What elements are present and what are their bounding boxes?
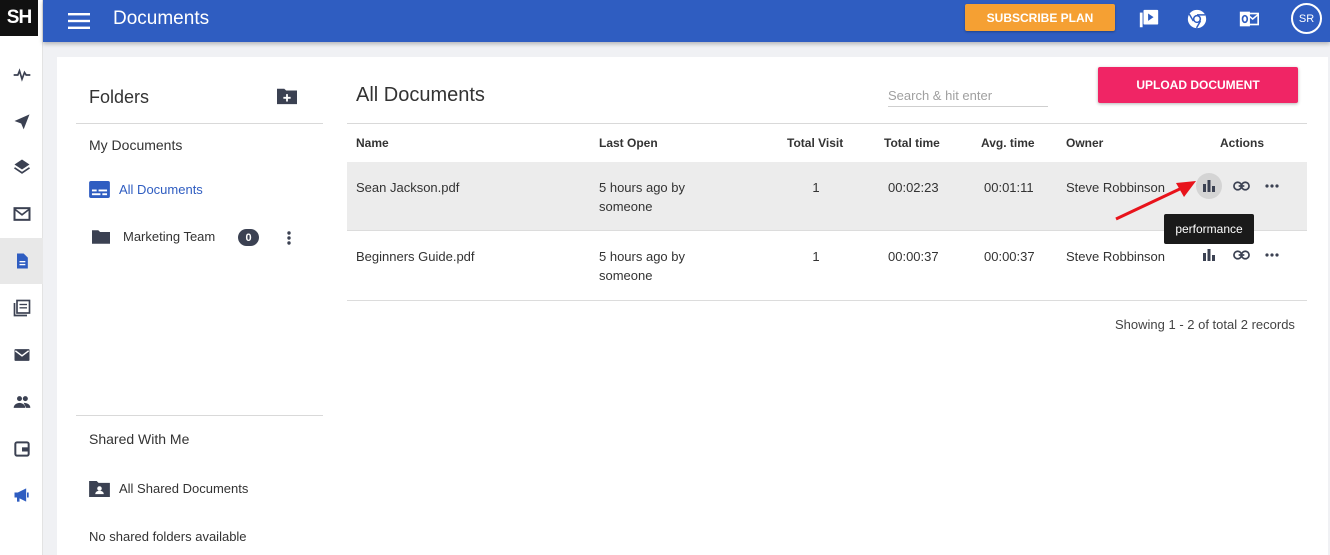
all-shared-documents-folder[interactable]: All Shared Documents	[89, 480, 248, 497]
search-input[interactable]	[888, 85, 1048, 107]
total-time: 00:02:23	[888, 180, 939, 195]
folder-icon	[92, 230, 110, 244]
records-count: Showing 1 - 2 of total 2 records	[1115, 317, 1295, 332]
documents-icon[interactable]	[0, 238, 43, 284]
layers-icon[interactable]	[0, 144, 43, 190]
last-open: 5 hours ago by someone	[599, 249, 686, 283]
column-header-avg-time[interactable]: Avg. time	[981, 136, 1035, 150]
table-row[interactable]: Beginners Guide.pdf 5 hours ago by someo…	[347, 232, 1307, 301]
column-header-total-visit[interactable]: Total Visit	[787, 136, 843, 150]
templates-icon[interactable]	[0, 285, 43, 331]
no-shared-folders-text: No shared folders available	[89, 529, 247, 544]
folders-title: Folders	[89, 87, 150, 107]
shared-divider	[76, 415, 323, 416]
shared-with-me-heading: Shared With Me	[89, 431, 190, 447]
activity-icon[interactable]	[0, 52, 43, 98]
owner: Steve Robbinson	[1066, 249, 1166, 264]
folder-marketing-team[interactable]: Marketing Team 0	[92, 229, 297, 246]
chrome-icon[interactable]	[1185, 7, 1209, 31]
link-icon[interactable]	[1228, 173, 1254, 199]
last-open: 5 hours ago by someone	[599, 180, 686, 214]
main-card: Folders My Documents All Documents Marke…	[57, 57, 1328, 555]
avg-time: 00:01:11	[984, 180, 1034, 195]
more-vert-icon[interactable]	[282, 229, 296, 246]
bar-chart-icon[interactable]	[1196, 242, 1222, 268]
shared-folder-icon	[89, 480, 110, 497]
megaphone-icon[interactable]	[0, 472, 43, 518]
header-divider	[347, 123, 1307, 124]
link-icon[interactable]	[1228, 242, 1254, 268]
video-icon[interactable]	[1137, 7, 1161, 31]
total-visit: 1	[812, 180, 820, 195]
more-horiz-icon[interactable]	[1259, 173, 1285, 199]
document-name[interactable]: Beginners Guide.pdf	[356, 247, 475, 266]
inbox-icon[interactable]	[0, 191, 43, 237]
folder-label: Marketing Team	[123, 229, 216, 244]
performance-tooltip: performance	[1164, 214, 1254, 244]
new-folder-icon[interactable]	[276, 86, 298, 108]
send-icon[interactable]	[0, 98, 43, 144]
avg-time: 00:00:37	[984, 249, 1035, 264]
total-visit: 1	[812, 249, 820, 264]
all-documents-folder[interactable]: All Documents	[89, 181, 203, 198]
folder-count-badge: 0	[238, 229, 259, 246]
outlook-icon[interactable]	[1237, 7, 1261, 31]
column-header-owner[interactable]: Owner	[1066, 136, 1103, 150]
user-avatar[interactable]: SR	[1291, 3, 1322, 34]
contacts-icon[interactable]	[0, 379, 43, 425]
document-name[interactable]: Sean Jackson.pdf	[356, 178, 459, 197]
top-bar: Documents SUBSCRIBE PLAN SR	[43, 0, 1330, 42]
column-header-total-time[interactable]: Total time	[884, 136, 940, 150]
column-header-last-open[interactable]: Last Open	[599, 136, 658, 150]
menu-icon[interactable]	[68, 10, 90, 32]
mail-icon[interactable]	[0, 332, 43, 378]
all-shared-documents-label: All Shared Documents	[119, 481, 249, 496]
documents-title: All Documents	[356, 84, 485, 106]
column-header-actions: Actions	[1220, 136, 1265, 150]
all-documents-label: All Documents	[119, 182, 203, 197]
column-header-name[interactable]: Name	[356, 136, 389, 150]
wallet-icon[interactable]	[0, 426, 43, 472]
my-documents-heading: My Documents	[89, 137, 183, 153]
left-nav-rail: SH	[0, 0, 43, 555]
app-logo[interactable]: SH	[0, 0, 38, 36]
upload-document-button[interactable]: UPLOAD DOCUMENT	[1098, 67, 1298, 103]
folders-divider	[76, 123, 323, 124]
total-time: 00:00:37	[888, 249, 939, 264]
page-title: Documents	[113, 8, 210, 29]
document-list-icon	[89, 181, 110, 198]
more-horiz-icon[interactable]	[1259, 242, 1285, 268]
subscribe-plan-button[interactable]: SUBSCRIBE PLAN	[965, 4, 1115, 31]
